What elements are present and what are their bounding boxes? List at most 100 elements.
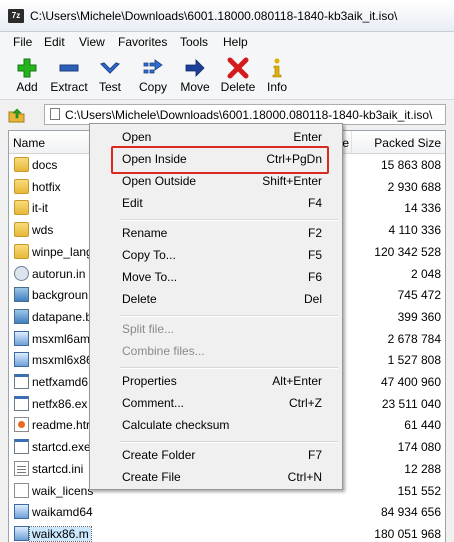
menu-tools[interactable]: Tools	[180, 35, 208, 49]
file-packed-size: 14 336	[404, 201, 441, 216]
menu-item-label: Create File	[122, 470, 181, 484]
menu-item-label: Calculate checksum	[122, 418, 230, 432]
menu-open[interactable]: Open Enter	[92, 126, 340, 148]
info-button[interactable]: Info	[262, 54, 292, 98]
menu-favorites[interactable]: Favorites	[118, 35, 167, 49]
menu-item-shortcut: F2	[307, 226, 322, 240]
file-name: waik_licens	[32, 483, 94, 498]
copy-label: Copy	[138, 80, 167, 94]
menu-item-shortcut: Alt+Enter	[272, 374, 322, 388]
installer-package-icon	[14, 504, 29, 520]
file-packed-size: 180 051 968	[374, 526, 441, 541]
info-icon	[272, 58, 282, 78]
menu-edit[interactable]: Edit	[44, 35, 65, 49]
menu-item-label: Properties	[122, 374, 177, 388]
html-file-icon	[14, 417, 29, 433]
folder-icon	[14, 200, 29, 216]
menu-bar: File Edit View Favorites Tools Help	[0, 32, 454, 52]
menu-file[interactable]: File	[13, 35, 32, 49]
file-row[interactable]: waikx86.m 180 051 968	[9, 523, 445, 542]
menu-item-label: Delete	[122, 292, 157, 306]
menu-calculate-checksum[interactable]: Calculate checksum	[92, 414, 340, 436]
menu-item-shortcut: Enter	[293, 130, 322, 144]
right-arrow-icon	[185, 59, 205, 77]
file-packed-size: 23 511 040	[381, 396, 441, 411]
menu-create-folder[interactable]: Create Folder F7	[92, 444, 340, 466]
test-button[interactable]: Test	[92, 54, 128, 98]
file-name: startcd.exe	[32, 440, 91, 455]
menu-copy-to[interactable]: Copy To... F5	[92, 244, 340, 266]
menu-item-label: Split file...	[122, 322, 175, 336]
menu-item-label: Rename	[122, 226, 168, 240]
menu-item-label: Move To...	[122, 270, 178, 284]
window-title: C:\Users\Michele\Downloads\6001.18000.08…	[30, 9, 398, 23]
context-menu: Open Enter Open Inside Ctrl+PgDn Open Ou…	[89, 123, 343, 490]
menu-move-to[interactable]: Move To... F6	[92, 266, 340, 288]
file-packed-size: 745 472	[397, 288, 441, 303]
image-file-icon	[14, 287, 29, 303]
installer-package-icon	[14, 352, 29, 368]
menu-item-shortcut: Shift+Enter	[262, 174, 322, 188]
file-icon	[50, 108, 60, 120]
address-path: C:\Users\Michele\Downloads\6001.18000.08…	[65, 108, 433, 122]
menu-item-label: Copy To...	[122, 248, 176, 262]
copy-arrows-icon	[143, 59, 163, 74]
folder-icon	[14, 178, 29, 194]
highlight-box	[111, 146, 329, 174]
menu-item-label: Edit	[122, 196, 143, 210]
file-packed-size: 151 552	[397, 483, 441, 498]
file-name: startcd.ini	[32, 461, 84, 476]
menu-item-label: Open	[122, 130, 152, 144]
file-name: waikamd64	[32, 505, 93, 520]
menu-help[interactable]: Help	[223, 35, 248, 49]
column-divider[interactable]	[351, 131, 352, 153]
move-button[interactable]: Move	[176, 54, 214, 98]
title-bar: 7z C:\Users\Michele\Downloads\6001.18000…	[0, 0, 454, 32]
app-icon: 7z	[8, 9, 24, 23]
move-label: Move	[180, 80, 210, 94]
menu-create-file[interactable]: Create File Ctrl+N	[92, 466, 340, 488]
menu-item-shortcut: F5	[307, 248, 322, 262]
address-input[interactable]: C:\Users\Michele\Downloads\6001.18000.08…	[44, 104, 446, 125]
toolbar: Add Extract Test Copy Move Delete Info	[0, 52, 454, 100]
copy-button[interactable]: Copy	[134, 54, 172, 98]
menu-separator	[120, 441, 338, 443]
menu-item-shortcut: Ctrl+Z	[289, 396, 322, 410]
file-packed-size: 47 400 960	[380, 375, 441, 389]
file-packed-size: 2 048	[410, 266, 441, 281]
menu-item-label: Combine files...	[122, 344, 205, 358]
delete-button[interactable]: Delete	[218, 54, 258, 98]
file-packed-size: 61 440	[404, 418, 441, 433]
menu-split-file: Split file...	[92, 318, 340, 340]
file-row[interactable]: waikamd64 84 934 656	[9, 501, 445, 523]
file-name: readme.htr	[32, 418, 91, 433]
menu-properties[interactable]: Properties Alt+Enter	[92, 370, 340, 392]
folder-icon	[14, 222, 29, 238]
file-name: wds	[32, 223, 54, 238]
delete-label: Delete	[220, 80, 256, 94]
menu-edit-file[interactable]: Edit F4	[92, 192, 340, 214]
menu-delete[interactable]: Delete Del	[92, 288, 340, 310]
installer-package-icon	[14, 330, 29, 346]
file-packed-size: 2 678 784	[387, 331, 441, 346]
menu-view[interactable]: View	[79, 35, 105, 49]
menu-comment[interactable]: Comment... Ctrl+Z	[92, 392, 340, 414]
extract-button[interactable]: Extract	[48, 54, 90, 98]
executable-icon	[14, 439, 29, 455]
installer-package-icon	[14, 525, 29, 541]
image-file-icon	[14, 308, 29, 324]
file-name: msxml6am	[32, 331, 91, 346]
column-name[interactable]: Name	[13, 136, 45, 150]
menu-item-shortcut: Del	[303, 292, 322, 306]
ini-file-icon	[14, 460, 29, 476]
up-folder-icon[interactable]	[8, 107, 26, 123]
menu-combine-files: Combine files...	[92, 340, 340, 362]
menu-rename[interactable]: Rename F2	[92, 222, 340, 244]
file-name: it-it	[32, 201, 48, 216]
add-button[interactable]: Add	[8, 54, 46, 98]
file-packed-size: 4 110 336	[388, 223, 442, 238]
file-packed-size: 12 288	[404, 461, 441, 476]
menu-item-label: Comment...	[122, 396, 185, 410]
file-packed-size: 84 934 656	[380, 505, 441, 520]
column-packed-size[interactable]: Packed Size	[374, 136, 441, 150]
